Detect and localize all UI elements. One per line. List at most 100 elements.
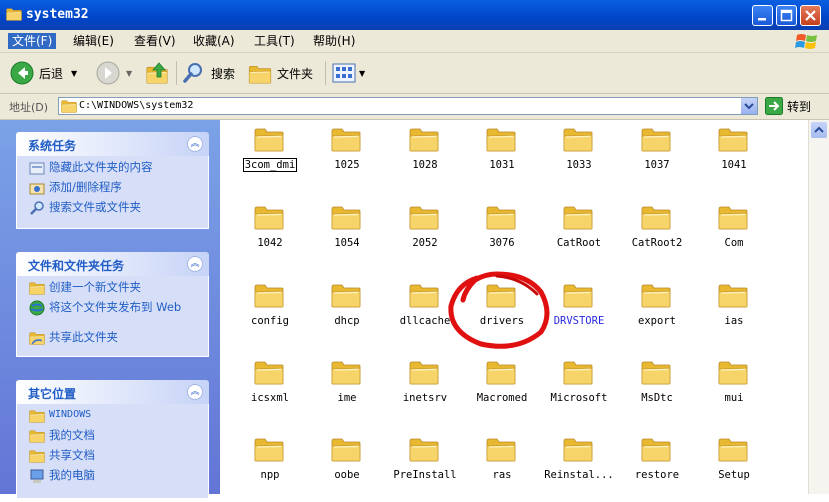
task-share-folder[interactable]: 共享此文件夹: [17, 330, 208, 350]
menu-edit[interactable]: 编辑(E): [69, 33, 118, 49]
system-tasks-header[interactable]: 系统任务 ︽: [16, 132, 209, 156]
folder-icon: [486, 436, 516, 462]
back-dropdown-icon[interactable]: ▼: [71, 69, 77, 78]
maximize-button[interactable]: [776, 5, 797, 26]
folder-item[interactable]: DRVSTORE: [540, 278, 610, 348]
place-my-documents[interactable]: 我的文档: [17, 428, 208, 448]
collapse-icon[interactable]: ︽: [187, 136, 203, 152]
my-documents-icon: [29, 428, 45, 444]
file-tasks-title: 文件和文件夹任务: [28, 259, 125, 273]
folder-item[interactable]: MsDtc: [618, 355, 688, 425]
address-bar: 地址(D) C:\WINDOWS\system32 转到: [0, 94, 829, 120]
folder-item[interactable]: drivers: [463, 278, 533, 348]
views-grid-icon: [332, 63, 356, 83]
task-hide-contents[interactable]: 隐藏此文件夹的内容: [17, 160, 208, 180]
folder-label: PreInstall: [393, 469, 457, 481]
folder-item[interactable]: 1037: [618, 122, 688, 192]
up-folder-button[interactable]: [146, 61, 172, 85]
folder-item[interactable]: dllcache: [386, 278, 456, 348]
menu-help[interactable]: 帮助(H): [309, 33, 359, 49]
folder-label: Microsoft: [550, 392, 608, 404]
folder-item[interactable]: export: [618, 278, 688, 348]
new-folder-icon: [29, 280, 45, 296]
folder-item[interactable]: 3com_dmi: [231, 122, 301, 192]
views-dropdown-icon[interactable]: ▼: [359, 69, 365, 78]
task-publish-web[interactable]: 将这个文件夹发布到 Web: [17, 300, 208, 330]
folder-item[interactable]: 3076: [463, 200, 533, 270]
folder-icon: [409, 282, 439, 308]
folder-icon: [409, 436, 439, 462]
folder-item[interactable]: oobe: [308, 432, 378, 502]
folder-item[interactable]: Setup: [695, 432, 765, 502]
address-dropdown-button[interactable]: [741, 98, 757, 114]
folder-icon: [331, 204, 361, 230]
folder-item[interactable]: 1028: [386, 122, 456, 192]
folder-item[interactable]: Com: [695, 200, 765, 270]
folder-label: dllcache: [399, 315, 451, 327]
folder-item[interactable]: Macromed: [463, 355, 533, 425]
folder-item[interactable]: config: [231, 278, 301, 348]
go-button[interactable]: 转到: [765, 97, 811, 115]
folder-icon: [563, 359, 593, 385]
folder-item[interactable]: 1042: [231, 200, 301, 270]
folder-item[interactable]: 1031: [463, 122, 533, 192]
folder-item[interactable]: dhcp: [308, 278, 378, 348]
folder-item[interactable]: 1041: [695, 122, 765, 192]
folder-item[interactable]: Reinstal...: [540, 432, 614, 502]
folder-item[interactable]: 1033: [540, 122, 610, 192]
back-button[interactable]: 后退 ▼: [10, 61, 77, 85]
folders-icon: [248, 65, 272, 84]
file-tasks-header[interactable]: 文件和文件夹任务 ︽: [16, 252, 209, 276]
folder-item[interactable]: 1054: [308, 200, 378, 270]
task-add-remove-programs[interactable]: 添加/删除程序: [17, 180, 208, 200]
folder-icon: [331, 359, 361, 385]
folder-item[interactable]: Microsoft: [540, 355, 610, 425]
shared-documents-icon: [29, 448, 45, 464]
folder-item[interactable]: ime: [308, 355, 378, 425]
views-button[interactable]: ▼: [332, 61, 365, 85]
forward-button[interactable]: ▼: [96, 61, 132, 85]
place-shared-documents[interactable]: 共享文档: [17, 448, 208, 468]
folder-item[interactable]: restore: [618, 432, 688, 502]
folder-label: config: [251, 315, 289, 327]
forward-dropdown-icon[interactable]: ▼: [126, 69, 132, 78]
folder-item[interactable]: 1025: [308, 122, 378, 192]
place-windows[interactable]: WINDOWS: [17, 408, 208, 428]
scroll-up-button[interactable]: [811, 122, 827, 138]
folder-item[interactable]: inetsrv: [386, 355, 456, 425]
folder-icon: [331, 126, 361, 152]
close-button[interactable]: [800, 5, 821, 26]
folder-icon: [718, 359, 748, 385]
folder-item[interactable]: ias: [695, 278, 765, 348]
menu-view[interactable]: 查看(V): [130, 33, 180, 49]
folder-item[interactable]: mui: [695, 355, 765, 425]
folder-item[interactable]: CatRoot2: [618, 200, 688, 270]
folder-item[interactable]: npp: [231, 432, 301, 502]
folder-item[interactable]: icsxml: [231, 355, 301, 425]
vertical-scrollbar[interactable]: [808, 120, 829, 494]
other-places-header[interactable]: 其它位置 ︽: [16, 380, 209, 404]
folders-button[interactable]: 文件夹: [248, 61, 313, 85]
collapse-icon[interactable]: ︽: [187, 384, 203, 400]
collapse-icon[interactable]: ︽: [187, 256, 203, 272]
folder-icon: [29, 408, 45, 424]
folder-icon: [331, 282, 361, 308]
folder-item[interactable]: PreInstall: [386, 432, 457, 502]
menu-file[interactable]: 文件(F): [8, 33, 57, 49]
folder-item[interactable]: CatRoot: [540, 200, 610, 270]
menu-tools[interactable]: 工具(T): [250, 33, 299, 49]
folder-label: icsxml: [251, 392, 289, 404]
folder-icon: [718, 126, 748, 152]
folder-icon: [641, 204, 671, 230]
address-input[interactable]: C:\WINDOWS\system32: [58, 97, 758, 115]
folder-item[interactable]: ras: [463, 432, 533, 502]
folder-item[interactable]: 2052: [386, 200, 456, 270]
menu-favorites[interactable]: 收藏(A): [189, 33, 239, 49]
search-button[interactable]: 搜索: [182, 61, 235, 85]
folder-label: 1037: [644, 159, 670, 171]
folder-icon: [563, 126, 593, 152]
minimize-button[interactable]: [752, 5, 773, 26]
place-my-computer[interactable]: 我的电脑: [17, 468, 208, 488]
task-search-files[interactable]: 搜索文件或文件夹: [17, 200, 208, 220]
task-new-folder[interactable]: 创建一个新文件夹: [17, 280, 208, 300]
